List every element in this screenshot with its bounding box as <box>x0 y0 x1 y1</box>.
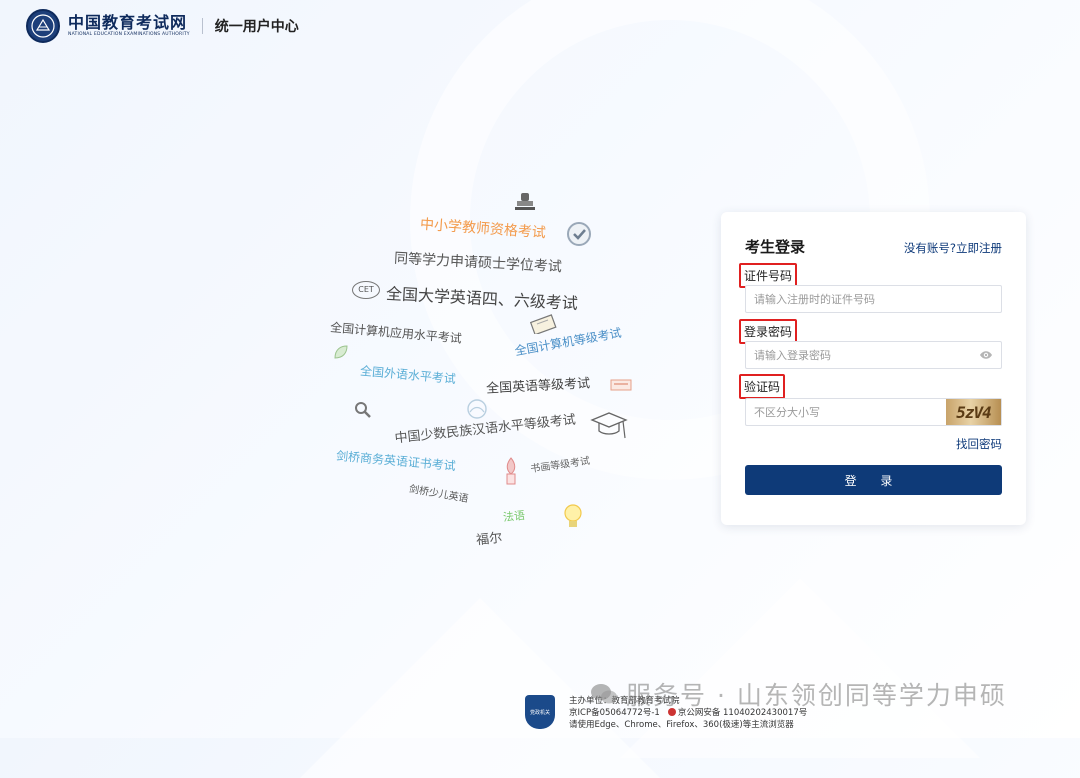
login-button[interactable]: 登 录 <box>745 465 1002 495</box>
magnifier-icon <box>355 402 371 418</box>
lightbulb-icon <box>564 504 582 527</box>
graduation-cap-icon <box>590 412 628 439</box>
forgot-password-link[interactable]: 找回密码 <box>956 436 1002 452</box>
cet-badge-icon: CET <box>352 281 380 299</box>
leaf-icon <box>334 345 348 359</box>
password-input[interactable] <box>746 342 962 368</box>
check-icon <box>567 222 591 246</box>
id-number-input[interactable] <box>746 286 962 312</box>
exam-tag: 全国外语水平考试 <box>359 363 457 387</box>
eye-icon[interactable] <box>979 349 993 361</box>
government-badge-icon[interactable]: 党政机关 <box>525 695 555 729</box>
wechat-watermark: 服务号 · 山东领创同等学力申硕 <box>590 676 1007 712</box>
login-title: 考生登录 <box>745 238 806 256</box>
exam-tag: 书画等级考试 <box>529 455 591 476</box>
book-icon <box>506 457 516 485</box>
password-field[interactable] <box>745 341 1002 369</box>
id-number-field[interactable] <box>745 285 1002 313</box>
exam-tag: 同等学力申请硕士学位考试 <box>393 250 563 276</box>
exam-tag: 法语 <box>502 508 526 525</box>
exam-tag: 中小学教师资格考试 <box>419 216 547 242</box>
exam-tag: 福尔 <box>475 530 503 549</box>
captcha-field[interactable]: 5zV4 <box>745 398 1002 426</box>
exam-word-cloud: 中小学教师资格考试 同等学力申请硕士学位考试 CET 全国大学英语四、六级考试 … <box>0 0 720 738</box>
certificate-icon <box>530 314 557 334</box>
register-link[interactable]: 没有账号?立即注册 <box>904 240 1002 256</box>
watermark-text: 服务号 · 山东领创同等学力申硕 <box>626 681 1007 710</box>
globe-icon <box>467 399 487 419</box>
wechat-icon <box>591 684 617 704</box>
captcha-input[interactable] <box>746 399 962 425</box>
login-card: 考生登录 没有账号?立即注册 证件号码 登录密码 验证码 5zV4 找回密码 登… <box>721 212 1026 525</box>
captcha-label: 验证码 <box>739 374 786 399</box>
captcha-image[interactable]: 5zV4 <box>946 399 1001 425</box>
exam-tag: 剑桥少儿英语 <box>408 483 470 506</box>
exam-tag: 全国大学英语四、六级考试 <box>385 283 579 314</box>
stamp-icon <box>515 193 535 210</box>
exam-tag: 剑桥商务英语证书考试 <box>335 448 457 474</box>
flag-icon <box>610 379 632 391</box>
exam-tag: 全国英语等级考试 <box>485 376 591 397</box>
browser-tip: 请使用Edge、Chrome、Firefox、360(极速)等主流浏览器 <box>569 720 794 730</box>
